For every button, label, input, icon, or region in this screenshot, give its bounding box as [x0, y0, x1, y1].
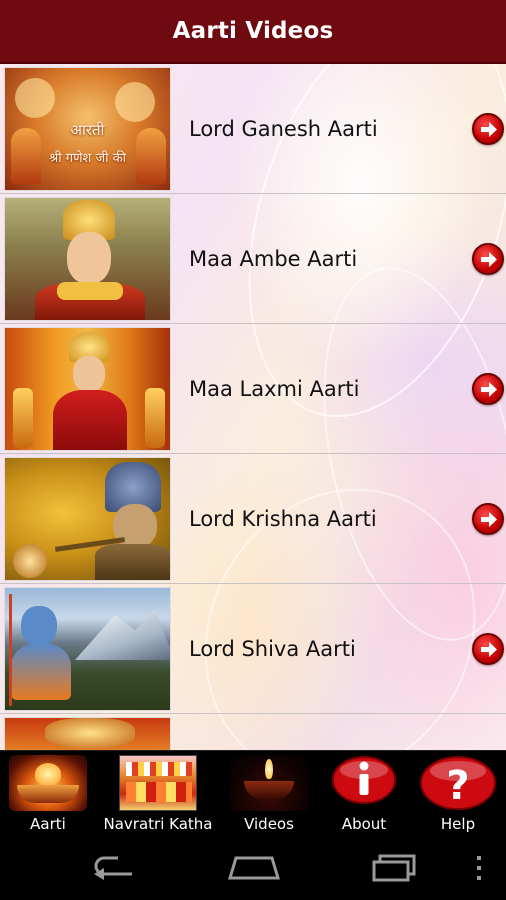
arrow-right-icon[interactable] — [472, 112, 504, 145]
lamp-icon — [230, 755, 308, 811]
arrow-right-icon[interactable] — [472, 632, 504, 665]
help-icon: ? — [419, 755, 497, 811]
svg-text:?: ? — [446, 763, 469, 809]
tab-aarti[interactable]: Aarti — [0, 751, 96, 839]
list-item[interactable] — [0, 714, 506, 750]
list-item-label: Lord Ganesh Aarti — [189, 117, 378, 141]
aarti-video-list[interactable]: आरती श्री गणेश जी की Lord Ganesh Aarti M… — [0, 64, 506, 750]
list-item[interactable]: आरती श्री गणेश जी की Lord Ganesh Aarti — [0, 64, 506, 194]
overflow-menu-icon[interactable] — [474, 854, 484, 886]
ganesh-thumbnail-icon: आरती श्री गणेश जी की — [4, 67, 171, 191]
tab-label: Aarti — [30, 815, 66, 833]
ambe-thumbnail-icon — [4, 197, 171, 321]
diya-icon — [9, 755, 87, 811]
list-item-label: Maa Laxmi Aarti — [189, 377, 360, 401]
partial-thumbnail-icon — [4, 717, 171, 750]
list-item[interactable]: Lord Shiva Aarti — [0, 584, 506, 714]
list-item[interactable]: Maa Ambe Aarti — [0, 194, 506, 324]
home-icon[interactable] — [226, 852, 282, 886]
list-item-label: Maa Ambe Aarti — [189, 247, 358, 271]
tab-label: About — [341, 815, 387, 833]
bottom-tab-bar: Aarti Navratri Katha Videos About ? Help — [0, 750, 506, 838]
app-header: Aarti Videos — [0, 0, 506, 64]
shiva-thumbnail-icon — [4, 587, 171, 711]
tab-videos[interactable]: Videos — [220, 751, 318, 839]
tab-label: Navratri Katha — [103, 815, 213, 833]
tab-help[interactable]: ? Help — [410, 751, 506, 839]
app-screen: Aarti Videos आरती श्री गणेश जी की Lord G… — [0, 0, 506, 900]
page-title: Aarti Videos — [172, 18, 334, 44]
recent-apps-icon[interactable] — [370, 852, 422, 886]
back-icon[interactable] — [88, 852, 138, 886]
tab-about[interactable]: About — [318, 751, 410, 839]
arrow-right-icon[interactable] — [472, 242, 504, 275]
krishna-thumbnail-icon — [4, 457, 171, 581]
tab-label: Videos — [244, 815, 294, 833]
info-icon — [331, 755, 397, 805]
arrow-right-icon[interactable] — [472, 502, 504, 535]
list-item[interactable]: Lord Krishna Aarti — [0, 454, 506, 584]
tab-label: Help — [440, 815, 476, 833]
list-item-label: Lord Krishna Aarti — [189, 507, 377, 531]
list-item[interactable]: Maa Laxmi Aarti — [0, 324, 506, 454]
navratri-icon — [119, 755, 197, 811]
laxmi-thumbnail-icon — [4, 327, 171, 451]
thumbnail-caption-line2: श्री गणेश जी की — [49, 151, 126, 166]
arrow-right-icon[interactable] — [472, 372, 504, 405]
system-navigation-bar — [0, 838, 506, 900]
thumbnail-caption-line1: आरती — [70, 121, 105, 139]
list-item-label: Lord Shiva Aarti — [189, 637, 356, 661]
tab-navratri-katha[interactable]: Navratri Katha — [96, 751, 220, 839]
